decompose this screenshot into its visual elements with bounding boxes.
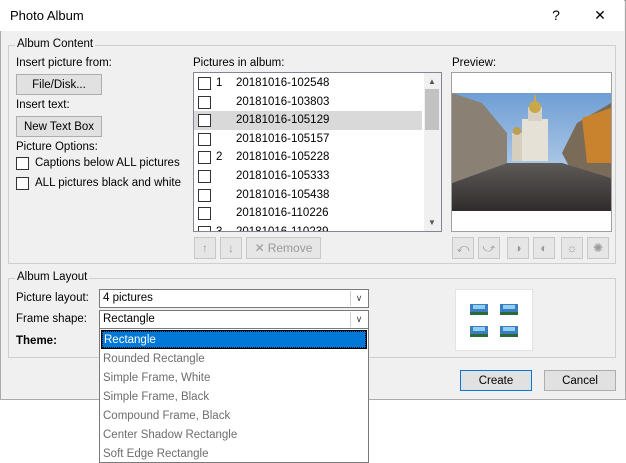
- scroll-down-icon[interactable]: ▼: [428, 218, 436, 227]
- insert-picture-label: Insert picture from:: [16, 57, 112, 69]
- close-icon: ✕: [594, 6, 606, 23]
- theme-label: Theme:: [16, 335, 57, 347]
- picture-list-item[interactable]: 1 20181016-102548: [194, 74, 422, 93]
- close-button[interactable]: ✕: [588, 4, 612, 26]
- file-disk-button[interactable]: File/Disk...: [16, 74, 102, 95]
- rotate-right-icon: ⤻: [482, 240, 496, 255]
- picture-list-item[interactable]: 2 20181016-105228: [194, 148, 422, 167]
- picture-checkbox[interactable]: [198, 170, 211, 183]
- pictures-in-album-label: Pictures in album:: [193, 57, 285, 69]
- layout-preview-image: [470, 304, 518, 337]
- title-bar: [0, 0, 624, 31]
- move-up-button[interactable]: ↑: [194, 237, 216, 259]
- file-disk-label: File/Disk...: [32, 78, 86, 91]
- picture-checkbox[interactable]: [198, 188, 211, 202]
- picture-page-number: 3: [216, 225, 223, 232]
- picture-list-item[interactable]: 20181016-105438: [194, 186, 422, 205]
- preview-image: [452, 73, 611, 231]
- help-button[interactable]: ?: [544, 4, 568, 26]
- frame-shape-option[interactable]: Soft Edge Rectangle: [101, 444, 367, 463]
- decrease-brightness-button[interactable]: ✺: [587, 237, 609, 259]
- remove-x-icon: ✕: [254, 241, 265, 255]
- frame-shape-dropdown-list[interactable]: Rectangle Rounded Rectangle Simple Frame, …: [99, 328, 369, 463]
- picture-checkbox[interactable]: [198, 114, 211, 128]
- picture-name: 20181016-105333: [236, 170, 330, 182]
- insert-text-label: Insert text:: [16, 99, 70, 111]
- picture-checkbox[interactable]: [198, 151, 211, 165]
- frame-shape-option[interactable]: Simple Frame, White: [101, 368, 367, 387]
- frame-shape-option[interactable]: Center Shadow Rectangle: [101, 425, 367, 444]
- preview-frame: [451, 72, 612, 232]
- picture-name: 20181016-105228: [236, 151, 330, 164]
- chevron-down-icon[interactable]: ∨: [350, 312, 367, 327]
- frame-shape-option[interactable]: Rounded Rectangle: [101, 349, 367, 368]
- cancel-label: Cancel: [562, 374, 598, 387]
- arrow-up-icon: ↑: [202, 241, 208, 255]
- preview-label: Preview:: [452, 57, 497, 69]
- picture-name: 20181016-102548: [236, 77, 330, 89]
- create-button[interactable]: Create: [460, 370, 532, 391]
- captions-label: Captions below ALL pictures: [35, 157, 180, 169]
- frame-shape-label: Frame shape:: [16, 313, 87, 325]
- frame-shape-option[interactable]: Compound Frame, Black: [101, 406, 367, 425]
- picture-list-item[interactable]: 3 20181016-110239: [194, 223, 422, 232]
- picture-list-item[interactable]: 20181016-110226: [194, 204, 422, 223]
- picture-page-number: 1: [216, 77, 223, 89]
- picture-options-label: Picture Options:: [16, 141, 98, 153]
- picture-name: 20181016-110239: [236, 225, 329, 232]
- picture-list-item[interactable]: 20181016-103803: [194, 93, 422, 112]
- cancel-button[interactable]: Cancel: [544, 370, 616, 391]
- increase-contrast-button[interactable]: ◑: [507, 237, 529, 259]
- picture-name: 20181016-105438: [236, 188, 330, 201]
- new-text-box-button[interactable]: New Text Box: [16, 116, 102, 137]
- picture-list-item[interactable]: 20181016-105129: [194, 111, 422, 130]
- picture-checkbox[interactable]: [198, 132, 211, 146]
- pictures-scrollbar[interactable]: ▲ ▼: [424, 73, 441, 231]
- brightness-down-icon: ✺: [592, 241, 604, 255]
- create-label: Create: [478, 374, 514, 387]
- picture-layout-value: 4 pictures: [103, 292, 153, 304]
- frame-shape-value: Rectangle: [103, 313, 155, 325]
- picture-name: 20181016-103803: [236, 95, 330, 108]
- scroll-up-icon[interactable]: ▲: [428, 77, 436, 86]
- album-layout-legend: Album Layout: [15, 271, 90, 283]
- black-white-checkbox[interactable]: [16, 177, 29, 190]
- picture-name: 20181016-105157: [236, 132, 330, 145]
- dialog-title: Photo Album: [10, 8, 84, 23]
- rotate-left-button[interactable]: ⤺: [452, 237, 474, 259]
- move-down-button[interactable]: ↓: [220, 237, 242, 259]
- contrast-up-icon: ◑: [514, 241, 522, 255]
- picture-list-item[interactable]: 20181016-105157: [194, 130, 422, 149]
- black-white-label: ALL pictures black and white: [35, 177, 181, 189]
- scroll-thumb[interactable]: [425, 89, 439, 130]
- frame-shape-option[interactable]: Simple Frame, Black: [101, 387, 367, 406]
- rotate-left-icon: ⤺: [456, 240, 470, 255]
- remove-label: Remove: [267, 241, 313, 255]
- brightness-up-icon: ☼: [566, 241, 578, 255]
- picture-checkbox[interactable]: [198, 95, 211, 109]
- frame-shape-combo[interactable]: Rectangle ∨: [99, 310, 369, 329]
- picture-name: 20181016-105129: [236, 114, 330, 127]
- increase-brightness-button[interactable]: ☼: [561, 237, 583, 259]
- contrast-down-icon: ◐: [540, 241, 548, 255]
- pictures-listbox[interactable]: 1 20181016-102548 20181016-103803 20181016-…: [193, 72, 442, 232]
- picture-layout-combo[interactable]: 4 pictures ∨: [99, 289, 369, 308]
- captions-checkbox[interactable]: [16, 157, 29, 170]
- layout-preview: [455, 289, 533, 351]
- decrease-contrast-button[interactable]: ◐: [533, 237, 555, 259]
- frame-shape-option[interactable]: Rectangle: [101, 330, 367, 349]
- picture-list-item[interactable]: 20181016-105333: [194, 167, 422, 186]
- picture-checkbox[interactable]: [198, 77, 211, 90]
- album-content-legend: Album Content: [15, 38, 96, 50]
- picture-page-number: 2: [216, 151, 223, 164]
- picture-name: 20181016-110226: [236, 207, 329, 220]
- new-text-box-label: New Text Box: [23, 120, 95, 133]
- picture-layout-label: Picture layout:: [16, 292, 89, 304]
- remove-button[interactable]: ✕ Remove: [246, 237, 321, 259]
- chevron-down-icon[interactable]: ∨: [350, 291, 367, 306]
- picture-checkbox[interactable]: [198, 225, 211, 231]
- rotate-right-button[interactable]: ⤻: [478, 237, 500, 259]
- arrow-down-icon: ↓: [228, 241, 234, 255]
- picture-checkbox[interactable]: [198, 207, 211, 221]
